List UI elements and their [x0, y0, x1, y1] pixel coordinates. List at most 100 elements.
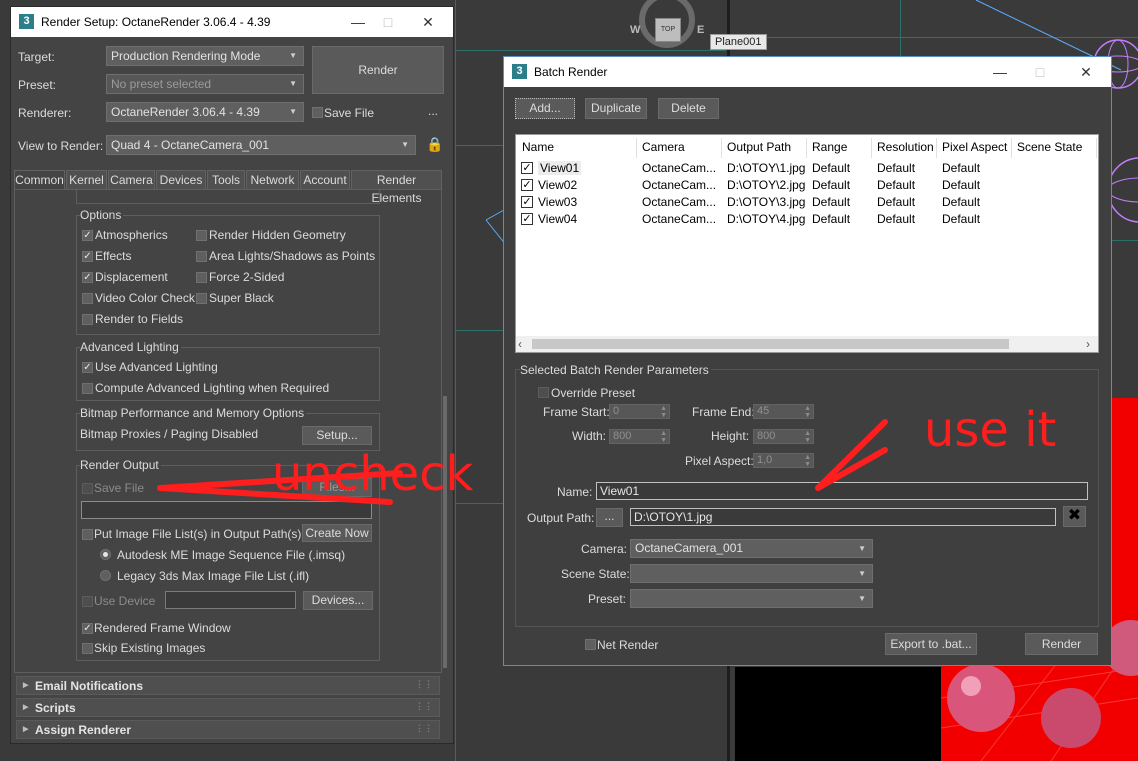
tab-account[interactable]: Account — [300, 170, 350, 190]
tab-devices[interactable]: Devices — [156, 170, 206, 190]
devices-button[interactable]: Devices... — [303, 591, 373, 610]
list-horizontal-scrollbar[interactable]: ‹ › — [516, 336, 1098, 352]
group-prev — [76, 190, 380, 204]
triangle-right-icon: ▶ — [23, 682, 29, 689]
save-file-checkbox-top[interactable] — [312, 107, 323, 118]
scroll-thumb[interactable] — [532, 339, 1009, 349]
column-header-pixel-aspect[interactable]: Pixel Aspect — [938, 138, 1012, 158]
tab-network[interactable]: Network — [246, 170, 299, 190]
scroll-right-icon[interactable]: › — [1086, 337, 1090, 351]
advanced-lighting-title: Advanced Lighting — [80, 340, 181, 354]
override-preset-checkbox[interactable] — [538, 387, 549, 398]
column-header-range[interactable]: Range — [808, 138, 872, 158]
scene-state-dropdown[interactable]: ▼ — [630, 564, 873, 583]
save-file-label-top: Save File — [324, 106, 375, 120]
override-preset-label: Override Preset — [551, 386, 636, 400]
view-to-render-dropdown[interactable]: Quad 4 - OctaneCamera_001 ▼ — [106, 135, 416, 155]
use-device-checkbox[interactable] — [82, 596, 93, 607]
clear-output-path-icon[interactable]: ✖ — [1063, 506, 1086, 527]
minimize-icon[interactable]: — — [985, 61, 1015, 83]
selected-params-title: Selected Batch Render Parameters — [520, 363, 711, 377]
rollout-email-notifications[interactable]: ▶ Email Notifications ⋮⋮ — [16, 676, 440, 695]
render-hidden-geometry-checkbox[interactable] — [196, 230, 207, 241]
tab-camera[interactable]: Camera — [108, 170, 155, 190]
render-button[interactable]: Render — [312, 46, 444, 94]
atmospherics-checkbox[interactable]: ✓ — [82, 230, 93, 241]
render-to-fields-checkbox[interactable] — [82, 314, 93, 325]
render-hidden-geometry-label: Render Hidden Geometry — [209, 228, 346, 242]
chevron-down-icon: ▼ — [289, 107, 297, 116]
atmospherics-label: Atmospherics — [95, 228, 168, 242]
grip-icon: ⋮⋮ — [415, 679, 433, 689]
effects-checkbox[interactable]: ✓ — [82, 251, 93, 262]
tab-kernel[interactable]: Kernel — [66, 170, 107, 190]
row-range: Default — [812, 212, 851, 226]
add-button[interactable]: Add... — [515, 98, 575, 119]
imsq-label: Autodesk ME Image Sequence File (.imsq) — [117, 548, 346, 562]
area-lights-checkbox[interactable] — [196, 251, 207, 262]
rollout-assign-renderer[interactable]: ▶ Assign Renderer ⋮⋮ — [16, 720, 440, 739]
lock-icon[interactable]: 🔒 — [426, 136, 443, 153]
row-enabled-checkbox[interactable]: ✓ — [521, 213, 533, 225]
force-2-sided-checkbox[interactable] — [196, 272, 207, 283]
super-black-label: Super Black — [209, 291, 274, 305]
maximize-icon[interactable]: □ — [1025, 61, 1055, 83]
maximize-icon[interactable]: □ — [373, 11, 403, 33]
tab-common[interactable]: Common — [14, 170, 65, 190]
imsq-radio[interactable] — [100, 549, 111, 560]
area-lights-label: Area Lights/Shadows as Points — [209, 249, 376, 263]
delete-button[interactable]: Delete — [658, 98, 719, 119]
rollout-scripts[interactable]: ▶ Scripts ⋮⋮ — [16, 698, 440, 717]
column-header-resolution[interactable]: Resolution — [873, 138, 937, 158]
output-path-input[interactable]: D:\OTOY\1.jpg — [630, 508, 1056, 526]
row-enabled-checkbox[interactable]: ✓ — [521, 162, 533, 174]
tab-render-elements[interactable]: Render Elements — [351, 170, 442, 205]
renderer-dropdown[interactable]: OctaneRender 3.06.4 - 4.39 ▼ — [106, 102, 304, 122]
super-black-checkbox[interactable] — [196, 293, 207, 304]
render-setup-title: Render Setup: OctaneRender 3.06.4 - 4.39 — [41, 15, 271, 29]
rendered-frame-window-checkbox[interactable]: ✓ — [82, 623, 93, 634]
row-enabled-checkbox[interactable]: ✓ — [521, 179, 533, 191]
put-image-list-checkbox[interactable] — [82, 529, 93, 540]
browse-output-button[interactable]: ... — [596, 508, 623, 527]
target-dropdown[interactable]: Production Rendering Mode ▼ — [106, 46, 304, 66]
batch-preset-dropdown[interactable]: ▼ — [630, 589, 873, 608]
create-now-button[interactable]: Create Now — [302, 524, 372, 542]
row-output-path: D:\OTOY\4.jpg — [727, 212, 806, 226]
row-resolution: Default — [877, 195, 916, 209]
export-bat-button[interactable]: Export to .bat... — [885, 633, 977, 655]
row-camera: OctaneCam... — [642, 212, 717, 226]
batch-list-view — [515, 134, 1099, 353]
column-header-name[interactable]: Name — [518, 138, 637, 158]
compute-advanced-lighting-checkbox[interactable] — [82, 383, 93, 394]
output-save-file-label: Save File — [94, 481, 145, 495]
device-field[interactable] — [165, 591, 296, 609]
use-advanced-lighting-checkbox[interactable]: ✓ — [82, 362, 93, 373]
skip-existing-images-checkbox[interactable] — [82, 643, 93, 654]
column-header-scene-state[interactable]: Scene State — [1013, 138, 1097, 158]
more-button[interactable]: ... — [428, 104, 438, 118]
row-output-path: D:\OTOY\3.jpg — [727, 195, 806, 209]
row-enabled-checkbox[interactable]: ✓ — [521, 196, 533, 208]
column-header-output-path[interactable]: Output Path — [723, 138, 807, 158]
ifl-radio[interactable] — [100, 570, 111, 581]
rollout-email-label: Email Notifications — [35, 679, 144, 693]
output-save-file-checkbox[interactable] — [82, 483, 93, 494]
net-render-checkbox[interactable] — [585, 639, 596, 650]
triangle-right-icon: ▶ — [23, 726, 29, 733]
close-icon[interactable]: ✕ — [1071, 61, 1101, 83]
close-icon[interactable]: ✕ — [413, 11, 443, 33]
minimize-icon[interactable]: — — [343, 11, 373, 33]
preset-dropdown[interactable]: No preset selected ▼ — [106, 74, 304, 94]
render-preview-black — [735, 667, 941, 761]
column-header-camera[interactable]: Camera — [638, 138, 722, 158]
batch-render-button[interactable]: Render — [1025, 633, 1098, 655]
rollout-scripts-label: Scripts — [35, 701, 76, 715]
duplicate-button[interactable]: Duplicate — [585, 98, 647, 119]
tab-tools[interactable]: Tools — [207, 170, 245, 190]
rendered-frame-window-label: Rendered Frame Window — [94, 621, 231, 635]
displacement-checkbox[interactable]: ✓ — [82, 272, 93, 283]
scroll-left-icon[interactable]: ‹ — [518, 337, 522, 351]
video-color-check-checkbox[interactable] — [82, 293, 93, 304]
camera-dropdown[interactable]: OctaneCamera_001 ▼ — [630, 539, 873, 558]
